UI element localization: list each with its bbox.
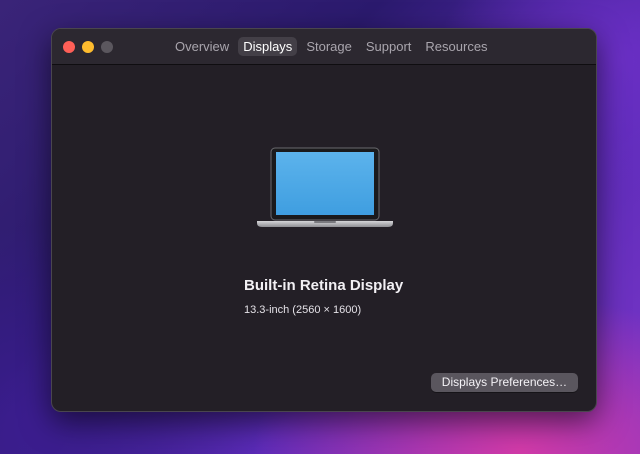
displays-preferences-button[interactable]: Displays Preferences… xyxy=(431,373,578,392)
laptop-icon xyxy=(257,147,393,227)
tab-displays[interactable]: Displays xyxy=(238,37,298,56)
tab-bar: Overview Displays Storage Support Resour… xyxy=(170,36,493,57)
tab-storage[interactable]: Storage xyxy=(301,37,357,56)
minimize-button[interactable] xyxy=(82,41,94,53)
tab-overview[interactable]: Overview xyxy=(170,37,234,56)
about-this-mac-window: Overview Displays Storage Support Resour… xyxy=(51,28,597,412)
display-name: Built-in Retina Display xyxy=(244,277,404,294)
title-bar: Overview Displays Storage Support Resour… xyxy=(52,29,596,65)
tab-resources[interactable]: Resources xyxy=(420,37,492,56)
zoom-button xyxy=(101,41,113,53)
tab-support[interactable]: Support xyxy=(361,37,417,56)
close-button[interactable] xyxy=(63,41,75,53)
display-resolution: 13.3-inch (2560 × 1600) xyxy=(244,304,362,316)
